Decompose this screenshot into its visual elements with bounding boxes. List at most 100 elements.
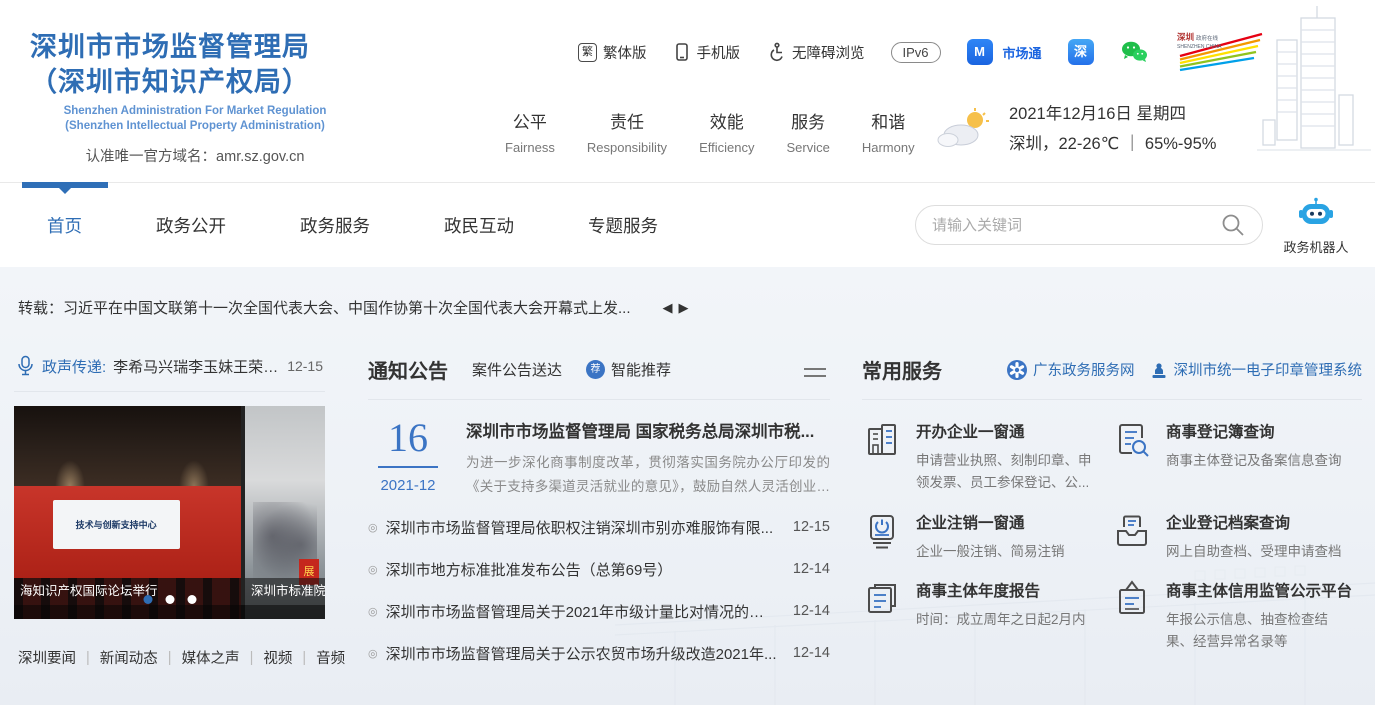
carousel-slide-next[interactable]: 展 深圳市标准院 bbox=[245, 406, 325, 619]
e-seal-system-link[interactable]: 深圳市统一电子印章管理系统 bbox=[1149, 359, 1363, 380]
main-content: 转载：习近平在中国文联第十一次全国代表大会、中国作协第十次全国代表大会开幕式上发… bbox=[0, 267, 1375, 705]
guangdong-service-label: 广东政务服务网 bbox=[1033, 359, 1135, 380]
voice-of-gov-title[interactable]: 李希马兴瑞李玉妹王荣会... bbox=[113, 356, 280, 377]
value-service: 服务Service bbox=[786, 108, 829, 155]
i-shenzhen-app-link[interactable]: 深 bbox=[1068, 39, 1094, 65]
logo-title-line1: 深圳市市场监督管理局 bbox=[30, 30, 360, 65]
service-card-open-business[interactable]: 开办企业一窗通 申请营业执照、刻制印章、申领发票、员工参保登记、公... bbox=[862, 420, 1112, 495]
service-title[interactable]: 企业登记档案查询 bbox=[1166, 511, 1342, 533]
tab-gov-services[interactable]: 政务服务 bbox=[298, 209, 372, 242]
featured-summary: 为进一步深化商事制度改革，贯彻落实国务院办公厅印发的《关于支持多渠道灵活就业的意… bbox=[466, 451, 830, 498]
wechat-link[interactable] bbox=[1120, 40, 1148, 64]
notice-item-date: 12-15 bbox=[793, 519, 830, 535]
service-title[interactable]: 商事主体年度报告 bbox=[916, 579, 1086, 601]
service-card-credit-platform[interactable]: 商事主体信用监管公示平台 年报公示信息、抽查检查结果、经营异常名录等 bbox=[1112, 579, 1362, 654]
ticker-prev-icon[interactable]: ◀ bbox=[663, 300, 679, 315]
link-media-voice[interactable]: 媒体之声 bbox=[172, 647, 250, 668]
carousel-dot-1[interactable] bbox=[143, 595, 152, 604]
core-values: 公平Fairness 责任Responsibility 效能Efficiency… bbox=[505, 108, 915, 155]
search-input[interactable] bbox=[932, 217, 1220, 234]
service-title[interactable]: 开办企业一窗通 bbox=[916, 420, 1104, 442]
market-app-link[interactable]: M 市场通 bbox=[967, 39, 1042, 65]
site-logo[interactable]: 深圳市市场监督管理局 （深圳市知识产权局） Shenzhen Administr… bbox=[30, 30, 360, 166]
notice-item-title[interactable]: 深圳市市场监督管理局关于公示农贸市场升级改造2021年... bbox=[386, 643, 779, 664]
link-shenzhen-news[interactable]: 深圳要闻 bbox=[14, 647, 86, 668]
shenzhen-china-logo[interactable]: 深圳 政府在线 SHENZHEN CHINA bbox=[1174, 30, 1266, 74]
link-video[interactable]: 视频 bbox=[253, 647, 302, 668]
services-column: 常用服务 广东政务服务网 深圳市统一电子印章管理系统 开办企业一窗通 申请营业执… bbox=[862, 355, 1362, 653]
value-fairness: 公平Fairness bbox=[505, 108, 555, 155]
voice-of-gov-row[interactable]: 政声传递: 李希马兴瑞李玉妹王荣会... 12-15 bbox=[14, 355, 325, 392]
news-carousel[interactable]: 技术与创新支持中心 海知识产权国际论坛举行 展 深圳市标准院 bbox=[14, 406, 325, 619]
traditional-chinese-link[interactable]: 繁 繁体版 bbox=[578, 42, 647, 63]
carousel-caption[interactable]: 海知识产权国际论坛举行 bbox=[14, 578, 241, 605]
accessibility-icon bbox=[766, 42, 786, 62]
notice-list-item[interactable]: ◎ 深圳市地方标准批准发布公告（总第69号） 12-14 bbox=[368, 548, 830, 590]
services-grid: 开办企业一窗通 申请营业执照、刻制印章、申领发票、员工参保登记、公... 商事登… bbox=[862, 420, 1362, 653]
market-app-label: 市场通 bbox=[1003, 43, 1042, 62]
smart-recommend-link[interactable]: 荐 智能推荐 bbox=[586, 359, 671, 380]
news-ticker: 转载：习近平在中国文联第十一次全国代表大会、中国作协第十次全国代表大会开幕式上发… bbox=[18, 297, 695, 318]
bullet-icon: ◎ bbox=[368, 647, 378, 660]
carousel-bottom-strip bbox=[14, 605, 325, 619]
more-icon[interactable] bbox=[804, 363, 826, 382]
service-desc: 网上自助查档、受理申请查档 bbox=[1166, 541, 1342, 563]
service-title[interactable]: 商事登记簿查询 bbox=[1166, 420, 1342, 442]
notice-list-item[interactable]: ◎ 深圳市市场监督管理局关于2021年市级计量比对情况的通报 12-14 bbox=[368, 590, 830, 632]
service-card-deregistration[interactable]: 企业注销一窗通 企业一般注销、简易注销 bbox=[862, 511, 1112, 563]
tab-home[interactable]: 首页 bbox=[45, 209, 84, 242]
ticker-text[interactable]: 转载：习近平在中国文联第十一次全国代表大会、中国作协第十次全国代表大会开幕式上发… bbox=[18, 297, 631, 318]
carousel-slide-current[interactable]: 技术与创新支持中心 海知识产权国际论坛举行 bbox=[14, 406, 241, 619]
carousel-dot-3[interactable] bbox=[187, 595, 196, 604]
case-announcement-link[interactable]: 案件公告送达 bbox=[472, 359, 562, 380]
guangdong-service-link[interactable]: 广东政务服务网 bbox=[1006, 359, 1135, 381]
notice-item-title[interactable]: 深圳市市场监督管理局依职权注销深圳市别亦难服饰有限... bbox=[386, 517, 779, 538]
gov-robot-widget[interactable]: 政务机器人 bbox=[1273, 197, 1359, 256]
mobile-version-link[interactable]: 手机版 bbox=[673, 42, 741, 63]
site-search[interactable] bbox=[915, 205, 1263, 245]
link-audio[interactable]: 音频 bbox=[306, 647, 355, 668]
service-title[interactable]: 企业注销一窗通 bbox=[916, 511, 1065, 533]
service-card-archive-query[interactable]: 企业登记档案查询 网上自助查档、受理申请查档 bbox=[1112, 511, 1362, 563]
value-responsibility: 责任Responsibility bbox=[587, 108, 667, 155]
bullet-icon: ◎ bbox=[368, 563, 378, 576]
featured-date: 16 2021-12 bbox=[368, 418, 448, 498]
logo-english-line2: (Shenzhen Intellectual Property Administ… bbox=[30, 119, 360, 133]
carousel-dot-2[interactable] bbox=[165, 595, 174, 604]
pinwheel-icon bbox=[1006, 359, 1028, 381]
notice-list-item[interactable]: ◎ 深圳市市场监督管理局关于公示农贸市场升级改造2021年... 12-14 bbox=[368, 632, 830, 674]
service-card-annual-report[interactable]: 商事主体年度报告 时间：成立周年之日起2月内 bbox=[862, 579, 1112, 654]
report-documents-icon bbox=[862, 579, 902, 654]
notice-list-item[interactable]: ◎ 深圳市市场监督管理局依职权注销深圳市别亦难服饰有限... 12-15 bbox=[368, 506, 830, 548]
tab-gov-info[interactable]: 政务公开 bbox=[154, 209, 228, 242]
slide-photo-stage: 技术与创新支持中心 bbox=[14, 486, 241, 578]
search-icon[interactable] bbox=[1220, 212, 1246, 238]
recommend-badge-icon: 荐 bbox=[586, 360, 605, 379]
market-app-icon: M bbox=[967, 39, 993, 65]
featured-notice[interactable]: 16 2021-12 深圳市市场监督管理局 国家税务总局深圳市税... 为进一步… bbox=[368, 418, 830, 498]
ipv6-badge[interactable]: IPv6 bbox=[891, 42, 941, 63]
ticker-next-icon[interactable]: ▶ bbox=[679, 300, 695, 315]
weather-date: 2021年12月16日 星期四 bbox=[1009, 100, 1216, 130]
svg-text:SHENZHEN CHINA: SHENZHEN CHINA bbox=[1177, 44, 1222, 50]
tab-special-services[interactable]: 专题服务 bbox=[586, 209, 660, 242]
featured-title[interactable]: 深圳市市场监督管理局 国家税务总局深圳市税... bbox=[466, 418, 830, 442]
bullet-icon: ◎ bbox=[368, 605, 378, 618]
e-seal-system-label: 深圳市统一电子印章管理系统 bbox=[1174, 359, 1363, 380]
value-efficiency: 效能Efficiency bbox=[699, 108, 754, 155]
notices-title: 通知公告 bbox=[368, 355, 448, 384]
hanging-board-icon bbox=[1112, 579, 1152, 654]
service-title[interactable]: 商事主体信用监管公示平台 bbox=[1166, 579, 1354, 601]
link-news-updates[interactable]: 新闻动态 bbox=[90, 647, 168, 668]
accessibility-link[interactable]: 无障碍浏览 bbox=[766, 42, 865, 63]
carousel-dots bbox=[143, 595, 196, 604]
building-document-icon bbox=[862, 420, 902, 495]
notice-item-title[interactable]: 深圳市地方标准批准发布公告（总第69号） bbox=[386, 559, 779, 580]
notice-item-date: 12-14 bbox=[793, 645, 830, 661]
carousel-caption-next[interactable]: 深圳市标准院 bbox=[245, 578, 325, 605]
accessibility-label: 无障碍浏览 bbox=[792, 42, 865, 63]
smart-recommend-label: 智能推荐 bbox=[611, 359, 671, 380]
notice-item-title[interactable]: 深圳市市场监督管理局关于2021年市级计量比对情况的通报 bbox=[386, 601, 779, 622]
service-card-registry-query[interactable]: 商事登记簿查询 商事主体登记及备案信息查询 bbox=[1112, 420, 1362, 495]
tab-interaction[interactable]: 政民互动 bbox=[442, 209, 516, 242]
